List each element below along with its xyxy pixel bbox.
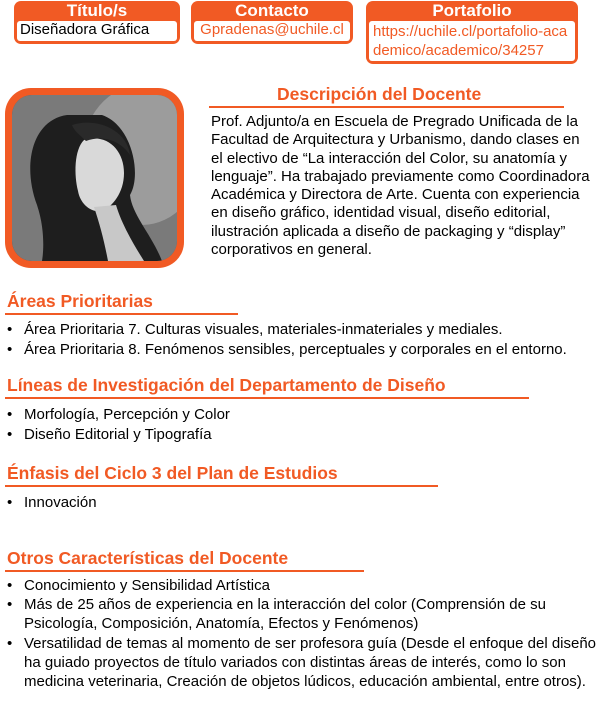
- portrait-photo: [12, 95, 177, 261]
- areas-title: Áreas Prioritarias: [7, 291, 153, 311]
- areas-divider: [5, 313, 238, 315]
- list-item: Área Prioritaria 8. Fenómenos sensibles,…: [5, 340, 602, 360]
- otros-title: Otros Características del Docente: [7, 548, 289, 568]
- titulo-value: Diseñadora Gráfica: [17, 21, 177, 41]
- enfasis-list: Innovación: [5, 493, 602, 513]
- otros-list: Conocimiento y Sensibilidad Artística Má…: [5, 576, 597, 691]
- list-item: Versatilidad de temas al momento de ser …: [5, 634, 597, 692]
- lineas-list: Morfología, Percepción y Color Diseño Ed…: [5, 405, 602, 444]
- titulo-box: Título/s Diseñadora Gráfica: [14, 1, 180, 44]
- portrait-illustration: [12, 95, 177, 261]
- enfasis-title: Énfasis del Ciclo 3 del Plan de Estudios: [7, 463, 338, 483]
- portafolio-box: Portafolio https://uchile.cl/portafolio-…: [366, 1, 578, 64]
- otros-divider: [5, 570, 364, 572]
- contacto-label: Contacto: [235, 1, 309, 20]
- contacto-email-link[interactable]: Gpradenas@uchile.cl: [194, 21, 350, 41]
- portrait-frame: [5, 88, 184, 268]
- descripcion-title: Descripción del Docente: [277, 84, 482, 104]
- lineas-divider: [5, 397, 529, 399]
- descripcion-divider: [209, 106, 564, 108]
- list-item: Conocimiento y Sensibilidad Artística: [5, 576, 597, 595]
- contacto-box: Contacto Gpradenas@uchile.cl: [191, 1, 353, 44]
- list-item: Más de 25 años de experiencia en la inte…: [5, 595, 597, 633]
- list-item: Innovación: [5, 493, 602, 513]
- portafolio-link[interactable]: https://uchile.cl/portafolio-academico/a…: [369, 21, 575, 61]
- enfasis-divider: [5, 485, 438, 487]
- lineas-title: Líneas de Investigación del Departamento…: [7, 375, 446, 395]
- descripcion-text: Prof. Adjunto/a en Escuela de Pregrado U…: [211, 113, 590, 259]
- list-item: Área Prioritaria 7. Culturas visuales, m…: [5, 320, 602, 340]
- list-item: Morfología, Percepción y Color: [5, 405, 602, 425]
- list-item: Diseño Editorial y Tipografía: [5, 425, 602, 445]
- portafolio-label: Portafolio: [432, 1, 512, 20]
- titulo-label: Título/s: [66, 1, 128, 20]
- areas-list: Área Prioritaria 7. Culturas visuales, m…: [5, 320, 602, 359]
